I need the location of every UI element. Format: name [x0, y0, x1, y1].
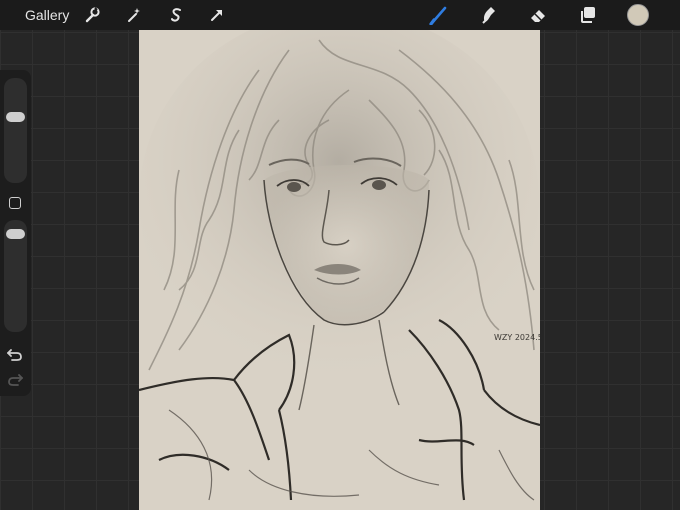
- left-sidebar: [0, 70, 31, 396]
- brush-opacity-knob[interactable]: [6, 229, 25, 239]
- wrench-icon[interactable]: [82, 5, 102, 25]
- signature-text: WZY 2024.5 procreate: [494, 333, 540, 342]
- layers-icon[interactable]: [578, 5, 598, 25]
- drawing-canvas[interactable]: WZY 2024.5 procreate: [139, 30, 540, 510]
- redo-icon[interactable]: [7, 373, 23, 387]
- brush-size-slider[interactable]: [4, 78, 27, 183]
- eraser-icon[interactable]: [528, 5, 548, 25]
- undo-icon[interactable]: [7, 348, 23, 362]
- transform-arrow-icon[interactable]: [207, 5, 227, 25]
- smudge-icon[interactable]: [478, 5, 498, 25]
- top-toolbar: Gallery: [0, 0, 680, 30]
- selection-icon[interactable]: [166, 5, 186, 25]
- magic-wand-icon[interactable]: [124, 5, 144, 25]
- brush-opacity-slider[interactable]: [4, 220, 27, 332]
- modify-button[interactable]: [9, 197, 21, 209]
- color-picker-button[interactable]: [627, 4, 649, 26]
- gallery-button[interactable]: Gallery: [25, 7, 69, 23]
- portrait-sketch: WZY 2024.5 procreate: [139, 30, 540, 510]
- brush-icon[interactable]: [429, 5, 449, 25]
- brush-size-knob[interactable]: [6, 112, 25, 122]
